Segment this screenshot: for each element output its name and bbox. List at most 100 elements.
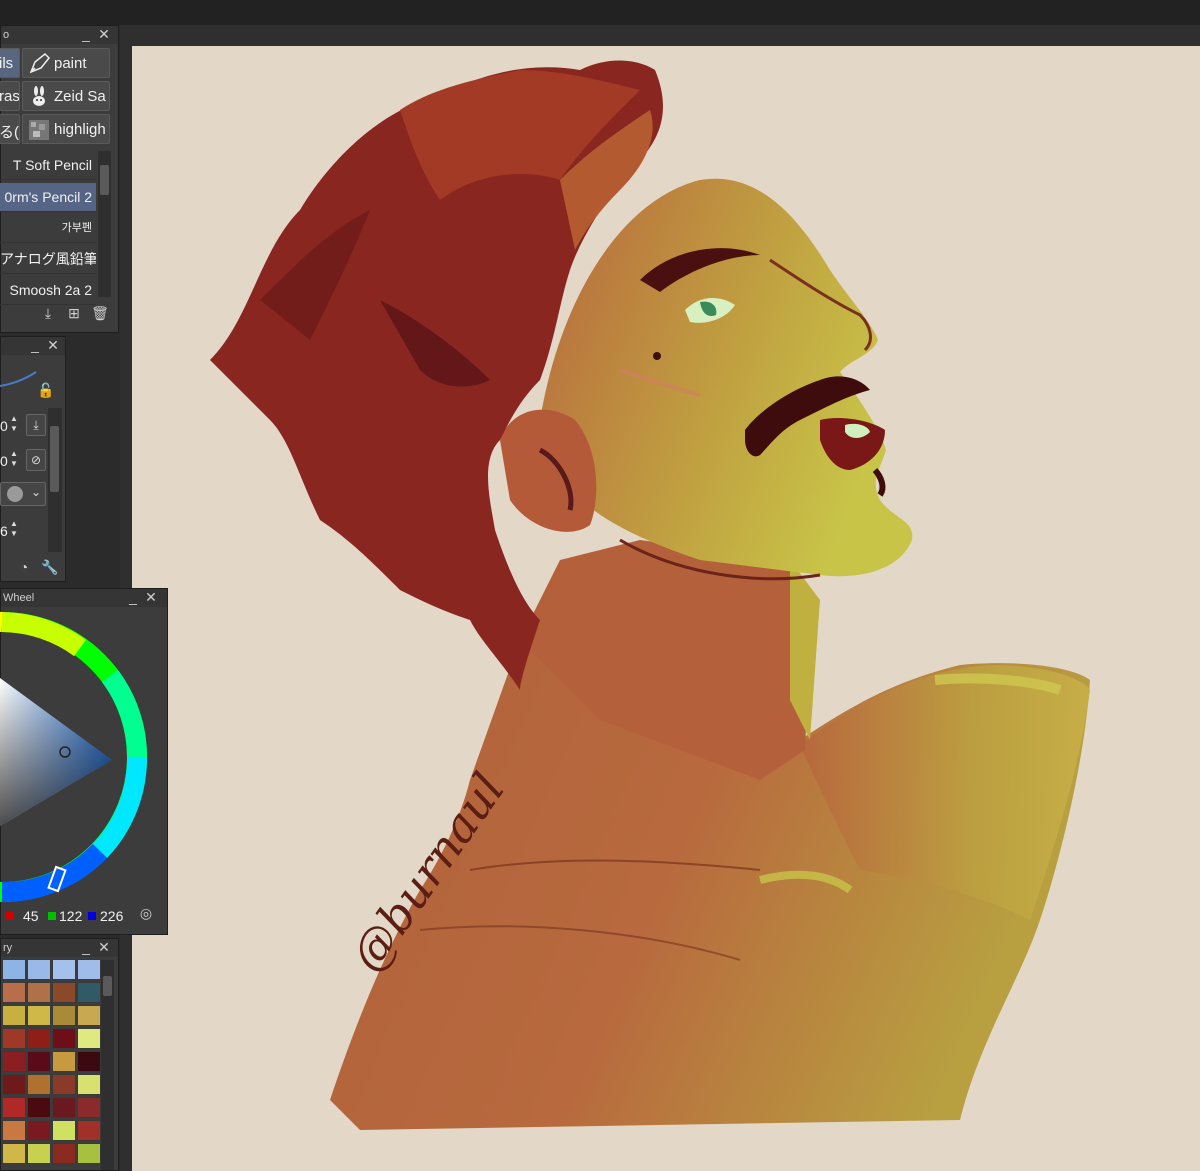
tool-property-scrollbar[interactable] bbox=[48, 408, 62, 552]
scroll-thumb[interactable] bbox=[103, 976, 112, 996]
color-history-swatch[interactable] bbox=[27, 1097, 51, 1118]
color-history-swatch[interactable] bbox=[2, 982, 26, 1003]
color-history-scrollbar[interactable] bbox=[101, 960, 114, 1170]
color-history-swatch[interactable] bbox=[2, 959, 26, 980]
size-spinner[interactable]: ▲ ▼ bbox=[10, 414, 20, 438]
color-history-swatch[interactable] bbox=[2, 1074, 26, 1095]
minimize-icon[interactable]: _ bbox=[78, 26, 94, 44]
pressure-icon[interactable]: ⤓ bbox=[26, 414, 46, 436]
color-history-swatch[interactable] bbox=[27, 982, 51, 1003]
density-value: 6 bbox=[0, 523, 8, 539]
color-history-swatch[interactable] bbox=[77, 1143, 101, 1164]
color-history-swatch[interactable] bbox=[52, 1028, 76, 1049]
color-history-swatch[interactable] bbox=[52, 1005, 76, 1026]
tool-highlight[interactable]: highligh bbox=[22, 114, 110, 144]
color-history-swatch[interactable] bbox=[77, 982, 101, 1003]
pen-nib-icon bbox=[29, 52, 51, 74]
opacity-toggle-icon[interactable]: ⊘ bbox=[26, 449, 46, 471]
color-history-swatch[interactable] bbox=[27, 1143, 51, 1164]
tool-paint[interactable]: paint bbox=[22, 48, 110, 78]
size-value: 0 bbox=[0, 418, 8, 434]
color-history-swatch[interactable] bbox=[77, 1051, 101, 1072]
color-history-swatch[interactable] bbox=[52, 959, 76, 980]
timer-icon[interactable]: ◔ bbox=[14, 557, 34, 577]
color-history-swatch[interactable] bbox=[2, 1120, 26, 1141]
lock-icon[interactable]: 🔓 bbox=[36, 380, 56, 400]
color-mode-icon[interactable]: ◎ bbox=[136, 903, 156, 923]
color-history-swatch[interactable] bbox=[27, 959, 51, 980]
panel-title: o bbox=[3, 29, 10, 41]
tool-zeid-sa[interactable]: Zeid Sa bbox=[22, 81, 110, 111]
brush-list-scrollbar[interactable] bbox=[98, 151, 111, 297]
brush-item[interactable]: Smoosh 2a 2 bbox=[0, 276, 96, 305]
minimize-icon[interactable]: _ bbox=[27, 337, 43, 355]
title-bar bbox=[0, 0, 1200, 25]
tool-brush[interactable]: る( bbox=[0, 114, 20, 144]
panel-title: Wheel bbox=[3, 592, 35, 604]
color-history-swatch[interactable] bbox=[27, 1028, 51, 1049]
opacity-spinner[interactable]: ▲ ▼ bbox=[10, 449, 20, 473]
close-icon[interactable]: ✕ bbox=[96, 26, 112, 44]
color-history-swatch[interactable] bbox=[2, 1143, 26, 1164]
color-history-title-bar: ry _ ✕ bbox=[1, 939, 118, 957]
tool-label: ils bbox=[0, 55, 14, 72]
color-history-swatch[interactable] bbox=[27, 1074, 51, 1095]
tool-eraser[interactable]: ras bbox=[0, 81, 20, 111]
color-history-swatch[interactable] bbox=[52, 982, 76, 1003]
brush-label: 가부펜 bbox=[61, 222, 92, 234]
trash-icon[interactable]: 🗑 bbox=[90, 303, 110, 323]
hue-ring-cyan-segment bbox=[92, 756, 148, 858]
blue-swatch bbox=[88, 912, 96, 920]
color-history-swatch[interactable] bbox=[77, 1005, 101, 1026]
color-history-swatch[interactable] bbox=[52, 1051, 76, 1072]
hue-ring-segment bbox=[0, 611, 3, 632]
panel-title: ry bbox=[3, 942, 13, 954]
color-history-swatch[interactable] bbox=[52, 1074, 76, 1095]
close-icon[interactable]: ✕ bbox=[96, 939, 112, 957]
color-history-swatch[interactable] bbox=[77, 1028, 101, 1049]
tool-pencils[interactable]: ils bbox=[0, 48, 20, 78]
color-history-swatch[interactable] bbox=[52, 1097, 76, 1118]
chevron-down-icon: ⌄ bbox=[31, 485, 42, 499]
minimize-icon[interactable]: _ bbox=[78, 939, 94, 957]
close-icon[interactable]: ✕ bbox=[45, 337, 61, 355]
brush-item[interactable]: 가부펜 bbox=[0, 214, 96, 243]
color-history-swatch[interactable] bbox=[77, 1074, 101, 1095]
density-spinner[interactable]: ▲ ▼ bbox=[10, 519, 20, 543]
color-history-swatch[interactable] bbox=[27, 1005, 51, 1026]
color-history-swatch[interactable] bbox=[77, 1097, 101, 1118]
color-history-swatch[interactable] bbox=[27, 1051, 51, 1072]
brush-tip-dropdown[interactable]: ⌄ bbox=[0, 482, 46, 506]
wrench-icon[interactable]: 🔧 bbox=[40, 557, 60, 577]
color-history-swatch[interactable] bbox=[27, 1120, 51, 1141]
hue-ring-blue-segment bbox=[1, 843, 108, 903]
add-icon[interactable]: ⊞ bbox=[64, 303, 84, 323]
color-history-swatch[interactable] bbox=[2, 1028, 26, 1049]
green-value: 122 bbox=[59, 908, 83, 924]
download-icon[interactable]: ⤓ bbox=[38, 303, 58, 323]
drawing-canvas[interactable]: @burnaul bbox=[132, 46, 1200, 1171]
brush-item[interactable]: T Soft Pencil bbox=[0, 151, 96, 180]
scroll-thumb[interactable] bbox=[50, 426, 59, 492]
color-history-swatch[interactable] bbox=[2, 1097, 26, 1118]
minimize-icon[interactable]: _ bbox=[125, 589, 141, 607]
color-history-swatch[interactable] bbox=[77, 1120, 101, 1141]
red-value: 45 bbox=[23, 908, 39, 924]
artwork-illustration: @burnaul bbox=[210, 60, 1090, 1130]
brush-item[interactable]: 0rm's Pencil 2 bbox=[0, 183, 96, 212]
hue-ring[interactable] bbox=[0, 606, 168, 906]
color-history-swatch[interactable] bbox=[2, 1005, 26, 1026]
brush-tip-icon bbox=[7, 486, 23, 502]
texture-icon bbox=[29, 120, 49, 140]
color-history-swatch[interactable] bbox=[2, 1051, 26, 1072]
color-history-swatch[interactable] bbox=[52, 1120, 76, 1141]
color-history-swatch[interactable] bbox=[52, 1143, 76, 1164]
color-wheel-title-bar: Wheel _ ✕ bbox=[1, 589, 167, 607]
tool-label: paint bbox=[54, 55, 87, 72]
close-icon[interactable]: ✕ bbox=[143, 589, 159, 607]
tool-label: highligh bbox=[54, 121, 106, 138]
color-history-swatch[interactable] bbox=[77, 959, 101, 980]
brush-item[interactable]: アナログ風鉛筆³ bbox=[0, 245, 96, 274]
tool-label: ras bbox=[0, 88, 20, 105]
scroll-thumb[interactable] bbox=[100, 165, 109, 195]
